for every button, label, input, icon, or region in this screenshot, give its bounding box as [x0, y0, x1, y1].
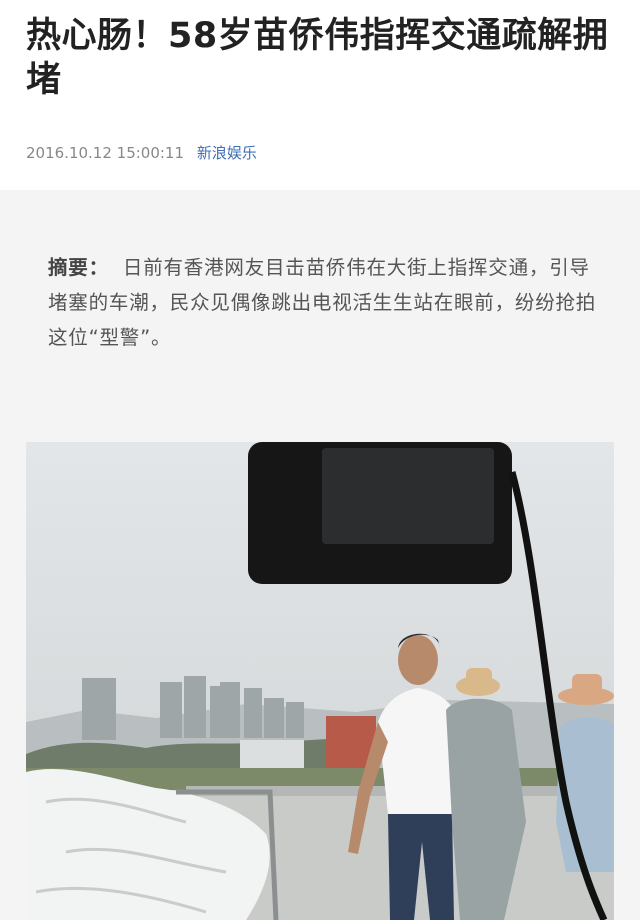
summary-text: 日前有香港网友目击苗侨伟在大街上指挥交通，引导堵塞的车潮，民众见偶像跳出电视活生… — [48, 256, 597, 349]
article-meta: 2016.10.12 15:00:11 新浪娱乐 — [26, 142, 257, 164]
article-header: 热心肠！58岁苗侨伟指挥交通疏解拥堵 2016.10.12 15:00:11 新… — [0, 0, 640, 190]
article-summary: 摘要： 日前有香港网友目击苗侨伟在大街上指挥交通，引导堵塞的车潮，民众见偶像跳出电… — [48, 250, 604, 355]
article-photo[interactable] — [26, 442, 614, 920]
street-photo-illustration — [26, 442, 614, 920]
summary-label: 摘要： — [48, 256, 109, 279]
publish-datetime: 2016.10.12 15:00:11 — [26, 144, 185, 162]
source-link[interactable]: 新浪娱乐 — [197, 144, 257, 162]
article-body: 摘要： 日前有香港网友目击苗侨伟在大街上指挥交通，引导堵塞的车潮，民众见偶像跳出电… — [0, 190, 640, 920]
article-title: 热心肠！58岁苗侨伟指挥交通疏解拥堵 — [26, 16, 609, 100]
